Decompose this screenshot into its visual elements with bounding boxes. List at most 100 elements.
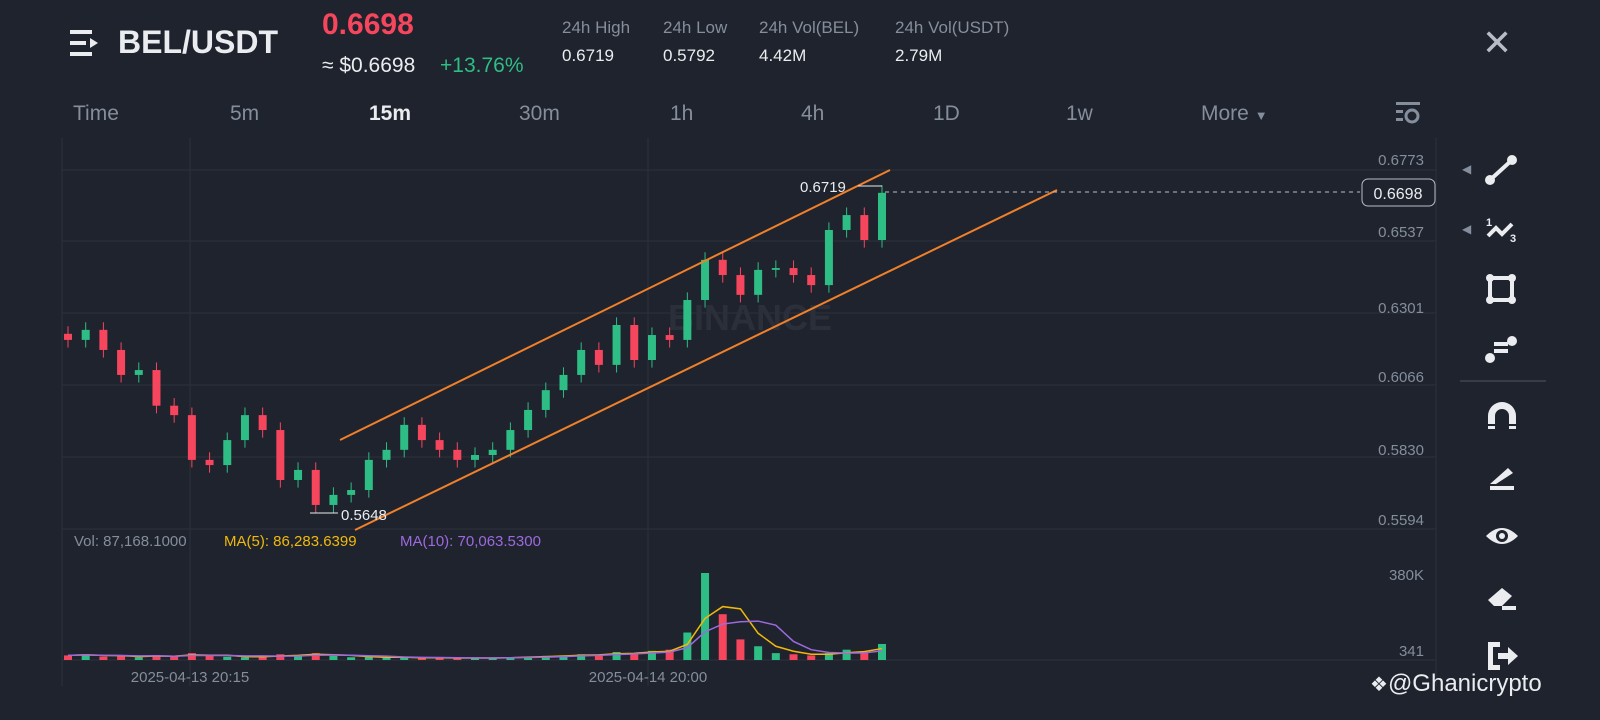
volume-tick: 341 bbox=[1399, 643, 1424, 660]
volume-bar bbox=[683, 632, 692, 660]
volume-tick: 380K bbox=[1389, 567, 1424, 584]
ma5-indicator: MA(5): 86,283.6399 bbox=[224, 533, 357, 550]
price-axis: 0.6773 0.6537 0.6301 0.6066 0.5830 0.559… bbox=[1378, 152, 1424, 660]
candle bbox=[453, 449, 462, 460]
volume-bar bbox=[64, 655, 72, 660]
candle bbox=[488, 449, 497, 456]
volume-bar bbox=[170, 656, 179, 660]
candle bbox=[860, 215, 869, 241]
candle bbox=[524, 409, 533, 431]
candle bbox=[364, 459, 373, 491]
candle bbox=[594, 349, 603, 365]
candle bbox=[152, 370, 161, 406]
candle bbox=[612, 324, 621, 365]
candle bbox=[117, 349, 126, 375]
candle bbox=[754, 269, 763, 295]
candle bbox=[329, 494, 338, 505]
trend-line-tool-icon[interactable] bbox=[1482, 150, 1522, 190]
volume-bar bbox=[205, 655, 214, 660]
volume-bar bbox=[736, 639, 745, 660]
user-watermark: ❖@Ghanicrypto bbox=[1370, 670, 1542, 697]
candle bbox=[258, 415, 267, 431]
candle bbox=[417, 424, 426, 441]
parallel-channel-tool-icon[interactable] bbox=[1482, 330, 1522, 370]
candle bbox=[276, 430, 285, 480]
candle bbox=[541, 390, 550, 410]
volume-bar bbox=[771, 653, 780, 660]
svg-text:1: 1 bbox=[1486, 217, 1492, 229]
price-tick: 0.5830 bbox=[1378, 442, 1424, 459]
candle bbox=[647, 335, 656, 361]
time-tick: 2025-04-14 20:00 bbox=[589, 669, 707, 686]
candle bbox=[170, 405, 179, 416]
candle bbox=[665, 335, 674, 340]
volume-bar bbox=[382, 657, 391, 660]
fibonacci-tool-icon[interactable]: 13 bbox=[1482, 210, 1522, 250]
candle bbox=[577, 349, 586, 375]
candle bbox=[223, 440, 232, 466]
volume-bar bbox=[117, 655, 126, 660]
svg-text:3: 3 bbox=[1510, 233, 1516, 245]
candle bbox=[842, 215, 851, 230]
magnet-icon[interactable] bbox=[1482, 396, 1522, 436]
price-tick: 0.5594 bbox=[1378, 512, 1424, 529]
candle bbox=[824, 229, 833, 286]
eraser-icon[interactable] bbox=[1482, 576, 1522, 616]
candle bbox=[205, 459, 214, 466]
volume-bar bbox=[789, 654, 798, 660]
high-marker: 0.6719 bbox=[800, 179, 846, 196]
price-tick: 0.6773 bbox=[1378, 152, 1424, 169]
candle bbox=[187, 415, 196, 460]
candle bbox=[736, 275, 745, 295]
candle bbox=[382, 449, 391, 460]
candle bbox=[630, 324, 639, 361]
price-tick: 0.6301 bbox=[1378, 300, 1424, 317]
candle bbox=[718, 259, 727, 276]
candle bbox=[294, 469, 303, 480]
candle bbox=[99, 329, 108, 350]
volume-indicator: Vol: 87,168.1000 bbox=[74, 533, 187, 550]
volume-bar bbox=[807, 655, 816, 660]
volume-bar bbox=[223, 656, 232, 660]
volume-bar bbox=[240, 657, 249, 660]
time-tick: 2025-04-13 20:15 bbox=[131, 669, 249, 686]
low-marker: 0.5648 bbox=[341, 507, 387, 524]
candle bbox=[789, 268, 798, 276]
volume-bar bbox=[347, 657, 356, 660]
volume-bar bbox=[718, 614, 727, 660]
price-chart[interactable]: BINANCE 0.6698 0.6719 0.5648 0.6773 0.65… bbox=[0, 0, 1600, 720]
rectangle-tool-icon[interactable] bbox=[1482, 270, 1522, 310]
candle bbox=[311, 469, 320, 505]
candle bbox=[506, 430, 515, 450]
candle bbox=[771, 268, 780, 270]
volume-bar bbox=[134, 657, 143, 660]
candle bbox=[347, 490, 356, 495]
volume-bar bbox=[754, 646, 763, 660]
candles bbox=[64, 185, 886, 513]
candle bbox=[64, 333, 72, 340]
candle bbox=[559, 374, 568, 391]
candle bbox=[701, 259, 710, 301]
price-tick: 0.6537 bbox=[1378, 224, 1424, 241]
pencil-icon[interactable] bbox=[1482, 456, 1522, 496]
binance-logo-icon: ❖ bbox=[1370, 674, 1388, 696]
volume-bar bbox=[842, 649, 851, 660]
grid-lines bbox=[61, 138, 1437, 686]
candle bbox=[435, 440, 444, 450]
watermark: BINANCE bbox=[668, 297, 832, 338]
eye-icon[interactable] bbox=[1482, 516, 1522, 556]
candle bbox=[400, 424, 409, 450]
toolbar-divider bbox=[1460, 380, 1546, 382]
candle bbox=[683, 300, 692, 340]
volume-bars bbox=[64, 573, 886, 660]
current-price-label: 0.6698 bbox=[1374, 186, 1423, 203]
expand-arrow-icon[interactable]: ◀ bbox=[1462, 162, 1471, 176]
price-tick: 0.6066 bbox=[1378, 369, 1424, 386]
volume-bar bbox=[99, 656, 108, 660]
candle bbox=[878, 192, 886, 241]
candle bbox=[240, 415, 249, 441]
expand-arrow-icon[interactable]: ◀ bbox=[1462, 222, 1471, 236]
volume-bar bbox=[878, 643, 886, 660]
candle bbox=[471, 455, 479, 460]
candle bbox=[81, 329, 90, 340]
